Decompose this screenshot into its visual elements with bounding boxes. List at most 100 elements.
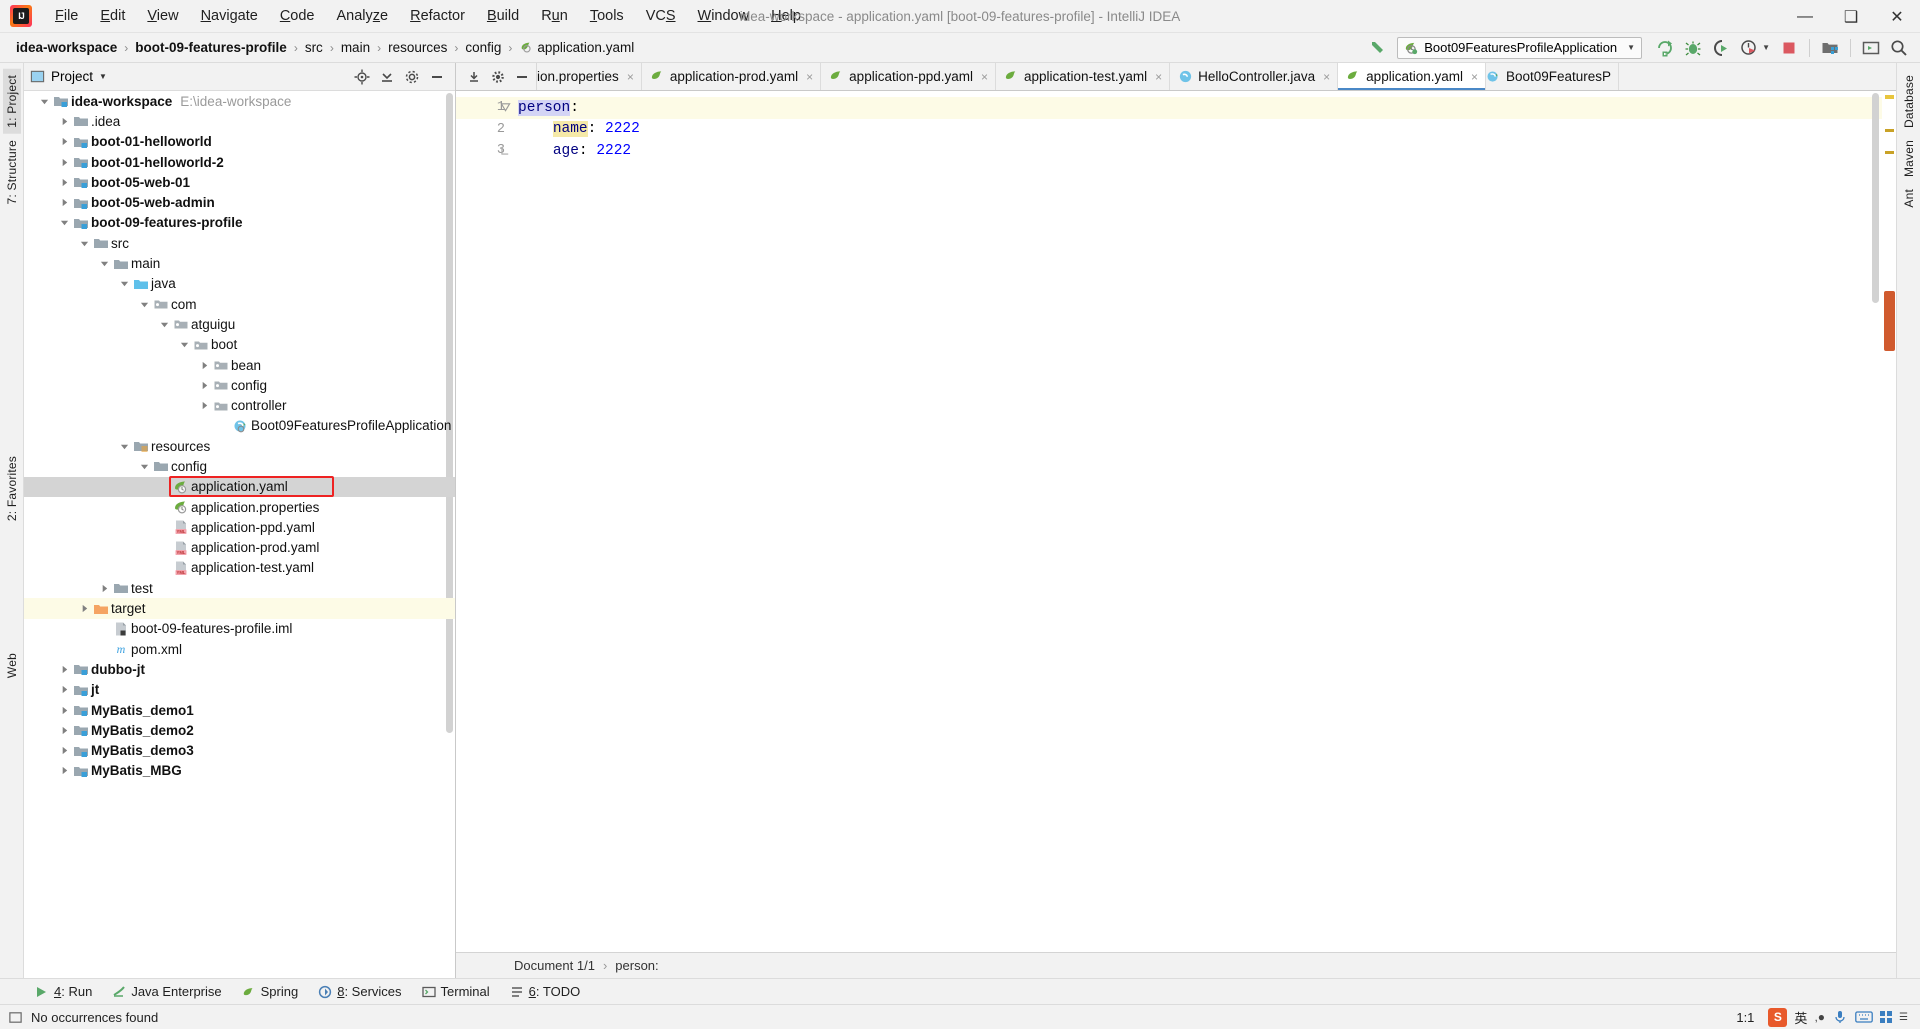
tree-arrow-right-icon[interactable]	[58, 706, 71, 715]
minimize-button[interactable]: —	[1782, 0, 1828, 33]
tree-node-application-properties[interactable]: application.properties	[24, 497, 455, 517]
tool-window-8--services[interactable]: 8: Services	[309, 981, 410, 1002]
main-menu[interactable]: File Edit View Navigate Code Analyze Refactor B…	[44, 0, 812, 32]
tree-arrow-right-icon[interactable]	[198, 401, 211, 410]
tool-window-4--run[interactable]: 4: Run	[26, 981, 101, 1002]
tree-node-config[interactable]: config	[24, 375, 455, 395]
tree-arrow-right-icon[interactable]	[58, 665, 71, 674]
tree-node-controller[interactable]: controller	[24, 395, 455, 415]
tree-node-application-yaml[interactable]: application.yaml	[24, 475, 455, 497]
tree-node-boot-05-web-01[interactable]: boot-05-web-01	[24, 172, 455, 192]
tree-arrow-down-icon[interactable]	[178, 340, 191, 349]
tree-node-pom-xml[interactable]: m pom.xml	[24, 639, 455, 659]
tree-arrow-down-icon[interactable]	[138, 462, 151, 471]
code-line[interactable]: name: 2222	[512, 119, 1882, 141]
tree-arrow-down-icon[interactable]	[118, 279, 131, 288]
tree-arrow-right-icon[interactable]	[58, 198, 71, 207]
maximize-button[interactable]: ❑	[1828, 0, 1874, 33]
terminal-icon[interactable]	[1858, 36, 1884, 60]
tree-arrow-right-icon[interactable]	[58, 137, 71, 146]
breadcrumb[interactable]: idea-workspace › boot-09-features-profile ›…	[12, 38, 638, 57]
breadcrumb-item-5[interactable]: config	[461, 38, 505, 57]
tree-arrow-down-icon[interactable]	[78, 239, 91, 248]
tree-node-application-test-yaml[interactable]: YML application-test.yaml	[24, 558, 455, 578]
hide-editor-icon[interactable]	[512, 67, 532, 87]
right-tab-database[interactable]: Database	[1900, 69, 1918, 134]
project-structure-icon[interactable]	[1817, 36, 1843, 60]
chevron-down-icon[interactable]: ▼	[1627, 43, 1635, 52]
tree-arrow-down-icon[interactable]	[158, 320, 171, 329]
tab-close-icon[interactable]: ×	[806, 70, 813, 84]
menu-run[interactable]: Run	[530, 5, 579, 27]
profiler-dropdown-caret-icon[interactable]: ▼	[1762, 43, 1770, 52]
ime-toolbox-icon[interactable]	[1880, 1011, 1893, 1023]
menu-analyze[interactable]: Analyze	[326, 5, 400, 27]
menu-refactor[interactable]: Refactor	[399, 5, 476, 27]
menu-window[interactable]: Window	[687, 5, 761, 27]
settings-gear-icon[interactable]	[488, 67, 508, 87]
hide-icon[interactable]	[429, 69, 445, 85]
tool-window-spring[interactable]: Spring	[233, 981, 308, 1002]
tree-node-src[interactable]: src	[24, 233, 455, 253]
editor-marker-stripe[interactable]	[1882, 91, 1896, 952]
left-tab-favorites[interactable]: 2: Favorites	[3, 450, 21, 527]
menu-tools[interactable]: Tools	[579, 5, 635, 27]
scroll-from-source-icon[interactable]	[464, 67, 484, 87]
left-tab-structure[interactable]: 7: Structure	[3, 134, 21, 210]
tree-node-dubbo-jt[interactable]: dubbo-jt	[24, 659, 455, 679]
tool-window-terminal[interactable]: Terminal	[413, 981, 499, 1002]
ime-menu-icon[interactable]: ☰	[1899, 1012, 1908, 1023]
editor-tab-application-yaml[interactable]: application.yaml ×	[1338, 63, 1486, 90]
fold-marker-icon[interactable]	[500, 102, 511, 113]
tree-node-boot[interactable]: boot	[24, 335, 455, 355]
breadcrumb-item-2[interactable]: src	[301, 38, 327, 57]
tree-node-boot09featuresprofileapplication[interactable]: Boot09FeaturesProfileApplication	[24, 416, 455, 436]
profiler-icon[interactable]	[1736, 36, 1762, 60]
tree-node-java[interactable]: java	[24, 274, 455, 294]
tab-close-icon[interactable]: ×	[1471, 70, 1478, 84]
tree-arrow-right-icon[interactable]	[78, 604, 91, 613]
tree-node-application-ppd-yaml[interactable]: YML application-ppd.yaml	[24, 517, 455, 537]
project-tree[interactable]: idea-workspace E:\idea-workspace .idea boot…	[24, 91, 455, 978]
tree-node-mybatis-demo1[interactable]: MyBatis_demo1	[24, 700, 455, 720]
search-everywhere-icon[interactable]	[1886, 36, 1912, 60]
tree-arrow-right-icon[interactable]	[58, 726, 71, 735]
tool-window-6--todo[interactable]: 6: TODO	[501, 981, 590, 1002]
right-tab-maven[interactable]: Maven	[1900, 134, 1918, 183]
tree-node-config[interactable]: config	[24, 456, 455, 476]
code-line[interactable]: person:	[512, 97, 1882, 119]
tree-arrow-down-icon[interactable]	[58, 218, 71, 227]
left-tab-web[interactable]: Web	[3, 647, 21, 684]
tree-arrow-down-icon[interactable]	[138, 300, 151, 309]
microphone-icon[interactable]	[1832, 1009, 1848, 1025]
tree-node-boot-01-helloworld[interactable]: boot-01-helloworld	[24, 132, 455, 152]
left-tab-project[interactable]: 1: Project	[2, 69, 21, 134]
editor-tab-boot09featuresp[interactable]: Boot09FeaturesP	[1486, 63, 1620, 90]
locate-icon[interactable]	[354, 69, 370, 85]
run-coverage-icon[interactable]	[1708, 36, 1734, 60]
breadcrumb-item-3[interactable]: main	[337, 38, 374, 57]
tree-arrow-down-icon[interactable]	[118, 442, 131, 451]
editor-tab-hellocontroller-java[interactable]: HelloController.java ×	[1170, 63, 1339, 90]
breadcrumb-item-6[interactable]: application.yaml	[515, 38, 638, 57]
right-tab-ant[interactable]: Ant	[1900, 183, 1918, 214]
breadcrumb-item-4[interactable]: resources	[384, 38, 451, 57]
tree-arrow-right-icon[interactable]	[58, 117, 71, 126]
tree-arrow-right-icon[interactable]	[58, 766, 71, 775]
back-arrow-icon[interactable]	[1363, 36, 1389, 60]
ime-language[interactable]: 英	[1794, 1008, 1807, 1027]
tree-arrow-right-icon[interactable]	[198, 381, 211, 390]
tree-node-mybatis-demo3[interactable]: MyBatis_demo3	[24, 741, 455, 761]
breadcrumb-item-1[interactable]: boot-09-features-profile	[131, 38, 291, 57]
tree-node-atguigu[interactable]: atguigu	[24, 314, 455, 334]
tree-arrow-right-icon[interactable]	[198, 361, 211, 370]
project-view-chevron-icon[interactable]: ▼	[99, 72, 107, 81]
menu-build[interactable]: Build	[476, 5, 530, 27]
editor-tab-application-ppd-yaml[interactable]: application-ppd.yaml ×	[821, 63, 997, 90]
gear-icon[interactable]	[404, 69, 420, 85]
ime-indicator[interactable]: S 英 ,● ☰	[1764, 1006, 1912, 1028]
code-editor[interactable]: 123 person: name: 2222 age: 2222	[456, 91, 1896, 952]
status-event-icon[interactable]	[8, 1010, 23, 1025]
tree-arrow-down-icon[interactable]	[98, 259, 111, 268]
tree-arrow-right-icon[interactable]	[58, 746, 71, 755]
